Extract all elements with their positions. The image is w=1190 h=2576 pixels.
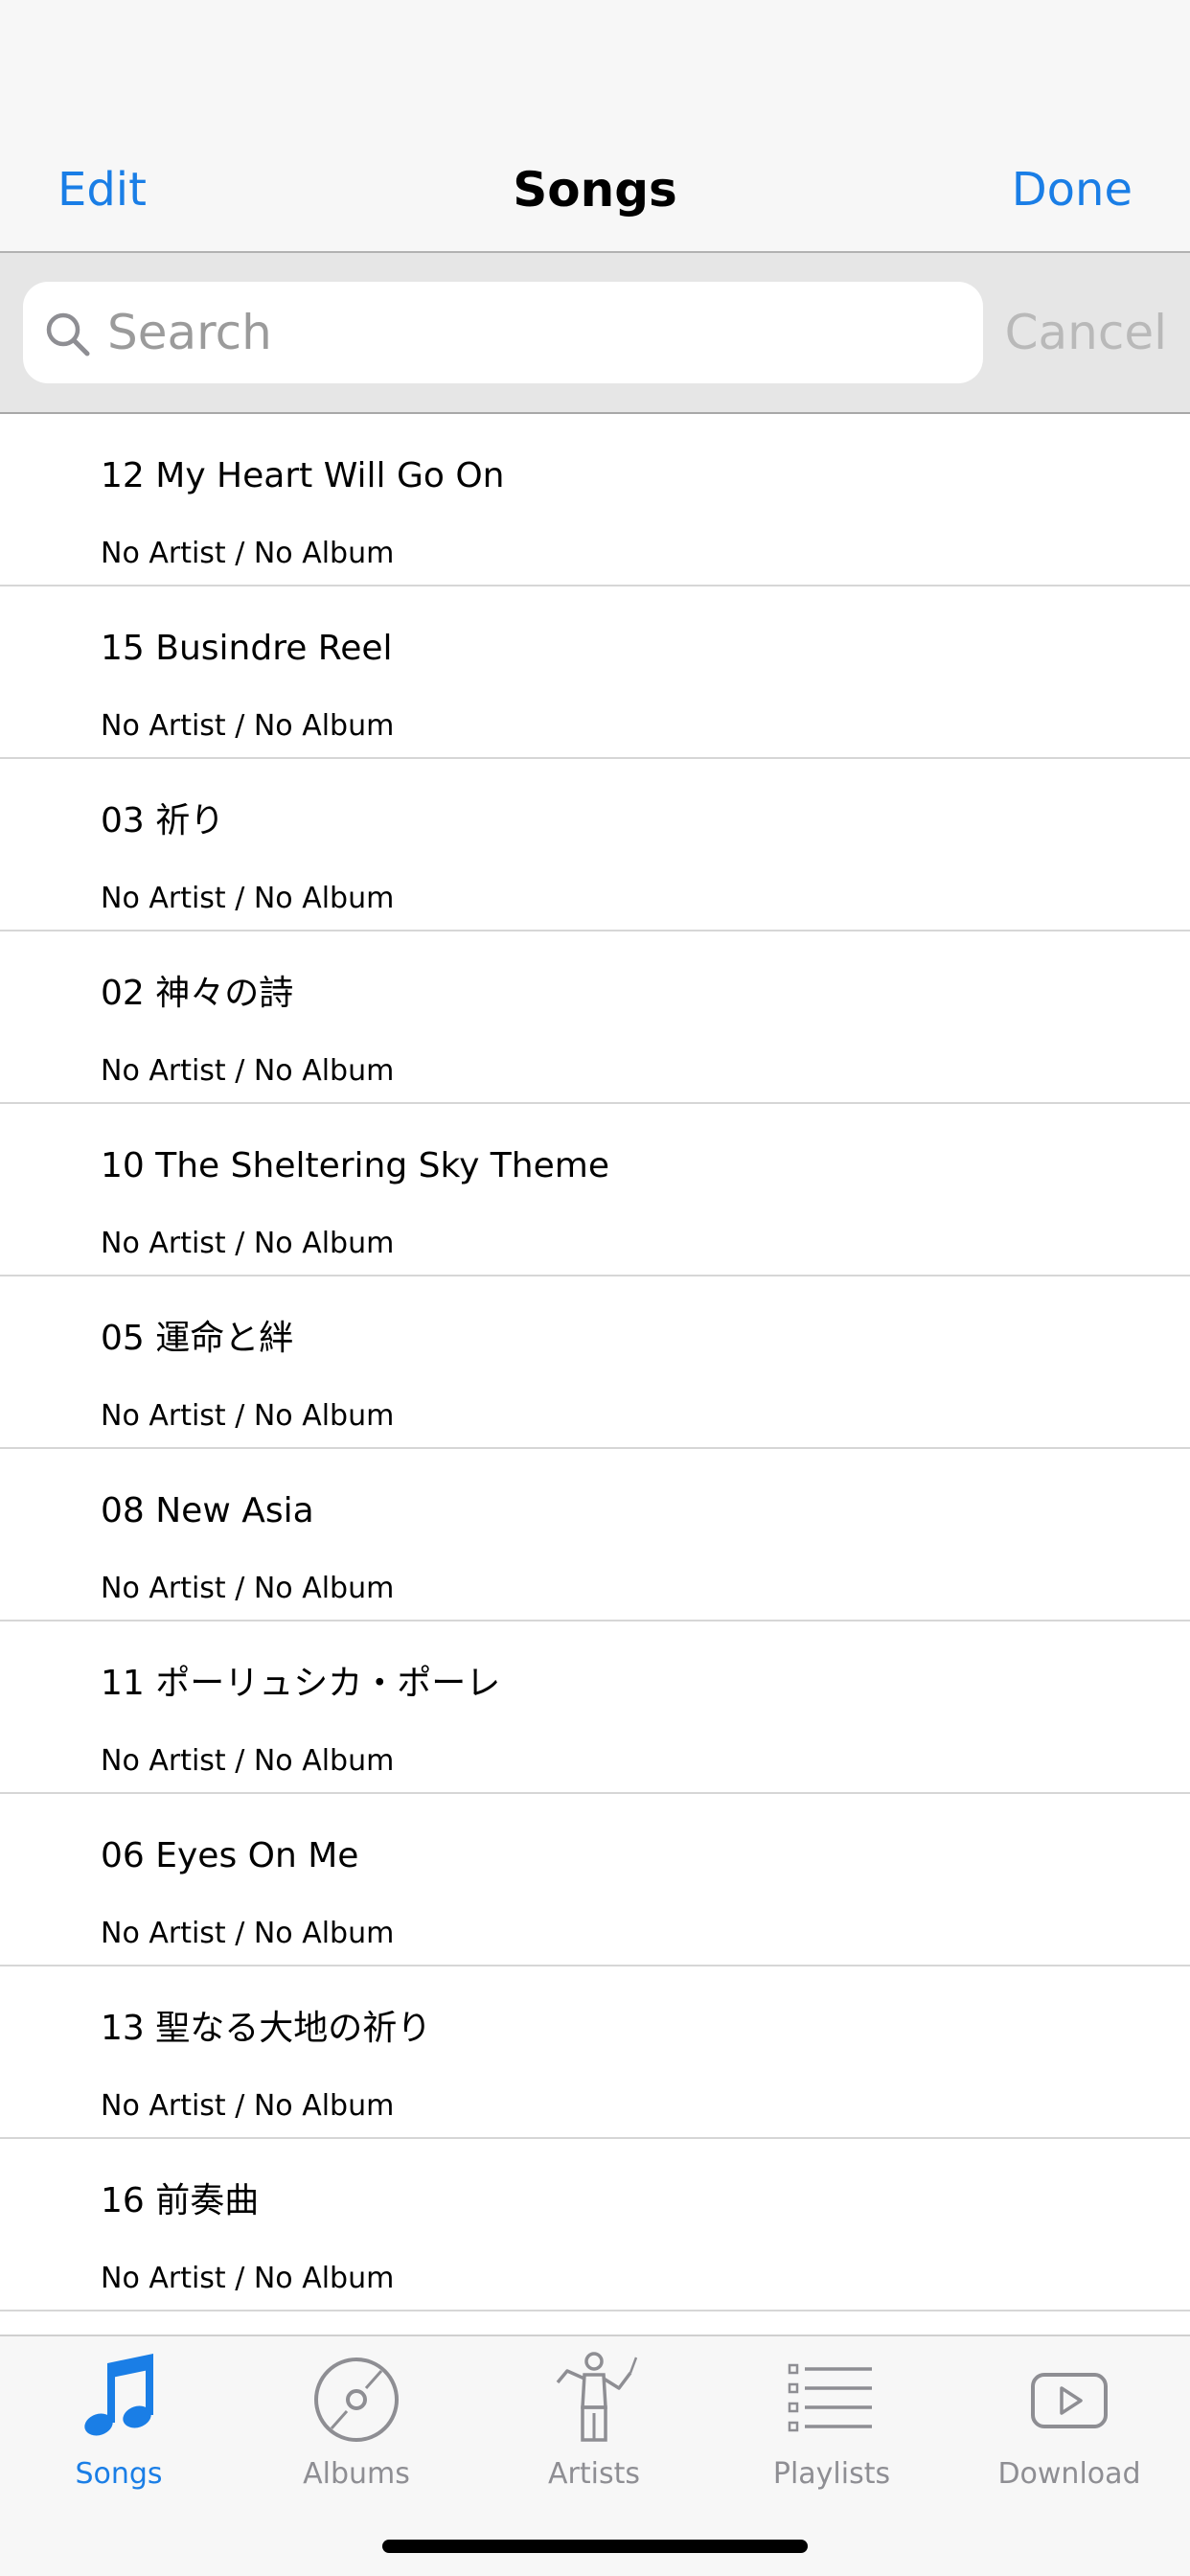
song-row[interactable]: 05 運命と絆 No Artist / No Album — [0, 1276, 1190, 1449]
song-subtitle: No Artist / No Album — [101, 1744, 395, 1778]
navigation-bar: Edit Songs Done — [0, 0, 1190, 253]
search-field[interactable] — [23, 282, 983, 383]
song-row[interactable]: 06 Eyes On Me No Artist / No Album — [0, 1794, 1190, 1966]
tab-download[interactable]: Download — [950, 2336, 1188, 2499]
song-row[interactable]: 12 My Heart Will Go On No Artist / No Al… — [0, 414, 1190, 586]
song-title: 10 The Sheltering Sky Theme — [101, 1146, 609, 1185]
tab-artists[interactable]: Artists — [475, 2336, 713, 2499]
song-title: 06 Eyes On Me — [101, 1836, 359, 1875]
list-icon — [788, 2363, 872, 2432]
tab-label: Albums — [303, 2457, 410, 2491]
conductor-icon — [556, 2352, 638, 2442]
song-row[interactable]: 08 New Asia No Artist / No Album — [0, 1449, 1190, 1622]
tab-label: Songs — [75, 2457, 163, 2491]
song-title: 02 神々の詩 — [101, 974, 294, 1013]
song-subtitle: No Artist / No Album — [101, 709, 395, 743]
song-title: 03 祈り — [101, 801, 225, 840]
song-subtitle: No Artist / No Album — [101, 2262, 395, 2295]
song-row[interactable]: 02 神々の詩 No Artist / No Album — [0, 932, 1190, 1104]
song-subtitle: No Artist / No Album — [101, 882, 395, 915]
song-row[interactable]: 11 ポーリュシカ・ポーレ No Artist / No Album — [0, 1622, 1190, 1794]
tab-label: Download — [997, 2457, 1141, 2491]
disc-icon — [314, 2358, 399, 2442]
tab-label: Playlists — [772, 2457, 891, 2491]
tab-albums[interactable]: Albums — [238, 2336, 475, 2499]
song-title: 13 聖なる大地の祈り — [101, 2009, 432, 2048]
song-subtitle: No Artist / No Album — [101, 1054, 395, 1088]
song-subtitle: No Artist / No Album — [101, 1227, 395, 1260]
song-row[interactable]: 15 Busindre Reel No Artist / No Album — [0, 586, 1190, 759]
cancel-button[interactable]: Cancel — [1005, 299, 1167, 366]
song-row[interactable]: 13 聖なる大地の祈り No Artist / No Album — [0, 1966, 1190, 2139]
song-list[interactable]: 12 My Heart Will Go On No Artist / No Al… — [0, 414, 1190, 2329]
song-subtitle: No Artist / No Album — [101, 2089, 395, 2123]
song-row[interactable]: 03 祈り No Artist / No Album — [0, 759, 1190, 932]
search-icon — [46, 312, 90, 356]
tab-label: Artists — [548, 2457, 640, 2491]
done-button[interactable]: Done — [1012, 159, 1133, 220]
song-row[interactable]: 16 前奏曲 No Artist / No Album — [0, 2139, 1190, 2312]
search-input[interactable] — [107, 282, 960, 383]
play-button-icon — [1031, 2373, 1108, 2428]
song-title: 16 前奏曲 — [101, 2181, 260, 2220]
tab-songs[interactable]: Songs — [0, 2336, 238, 2499]
tab-playlists[interactable]: Playlists — [713, 2336, 950, 2499]
song-subtitle: No Artist / No Album — [101, 1399, 395, 1433]
song-row[interactable]: 10 The Sheltering Sky Theme No Artist / … — [0, 1104, 1190, 1276]
song-title: 12 My Heart Will Go On — [101, 456, 505, 495]
song-title: 15 Busindre Reel — [101, 629, 393, 668]
song-subtitle: No Artist / No Album — [101, 537, 395, 570]
home-indicator[interactable] — [382, 2540, 808, 2553]
song-title: 11 ポーリュシカ・ポーレ — [101, 1664, 501, 1703]
song-subtitle: No Artist / No Album — [101, 1572, 395, 1605]
search-bar: Cancel — [0, 253, 1190, 414]
song-title: 08 New Asia — [101, 1491, 314, 1530]
music-note-icon — [84, 2354, 153, 2436]
song-subtitle: No Artist / No Album — [101, 1917, 395, 1950]
song-title: 05 運命と絆 — [101, 1319, 294, 1358]
